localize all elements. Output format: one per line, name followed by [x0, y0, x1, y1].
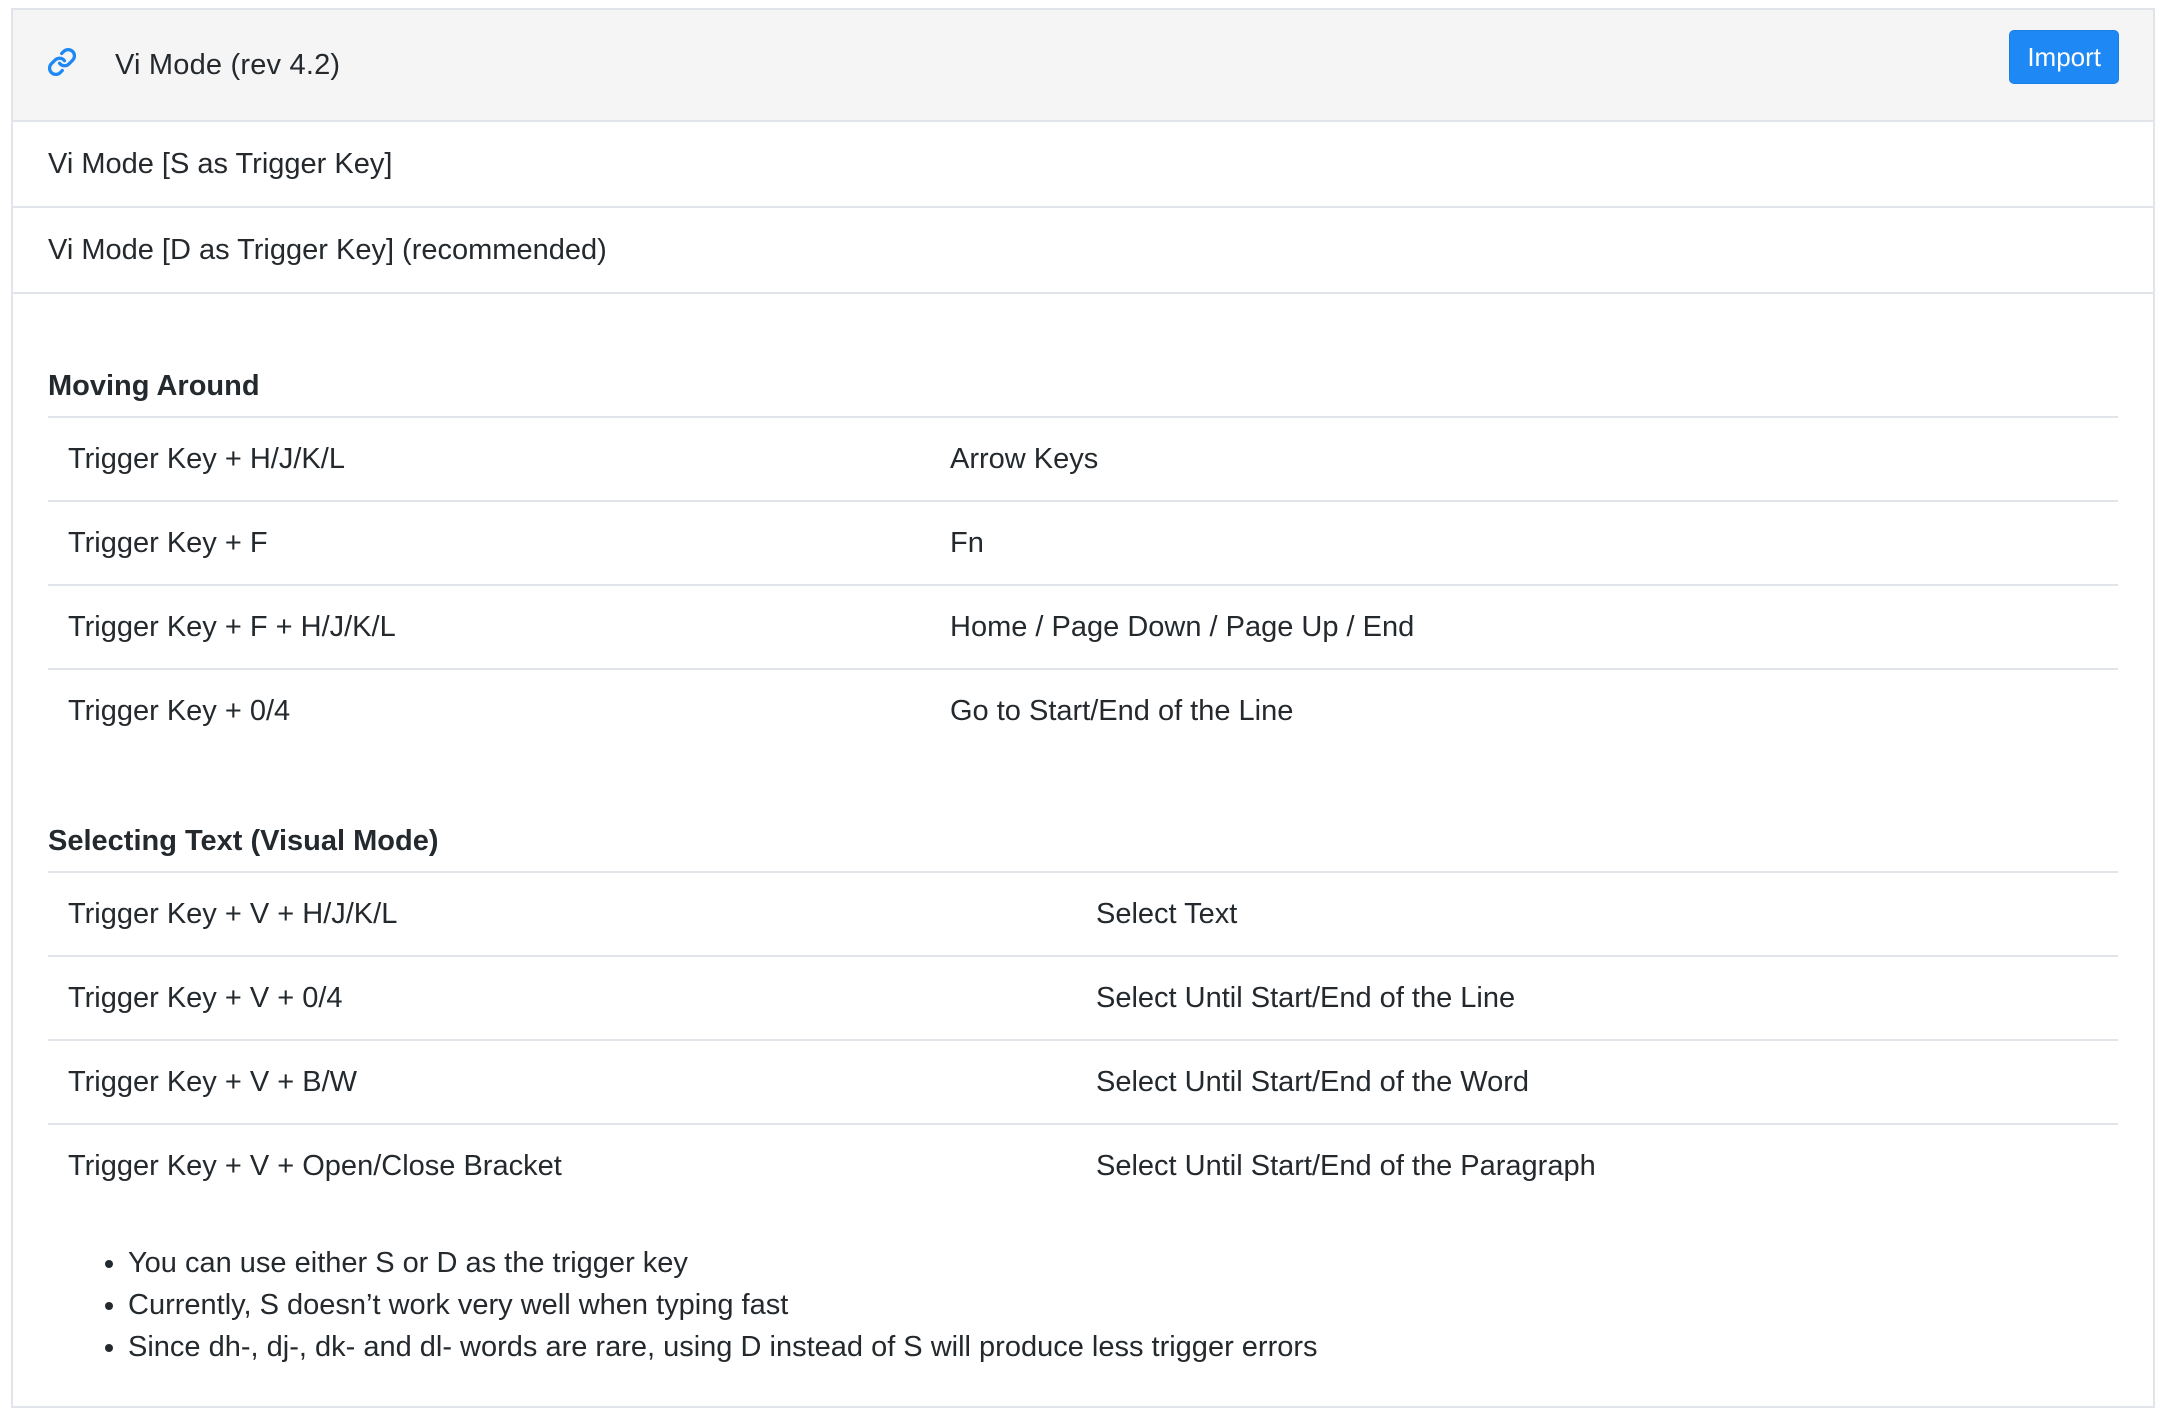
- variant-row-s-trigger[interactable]: Vi Mode [S as Trigger Key]: [13, 122, 2153, 208]
- table-row: Trigger Key + H/J/K/L Arrow Keys: [48, 416, 2118, 501]
- section-title-moving-around: Moving Around: [48, 370, 260, 402]
- key-action: Select Until Start/End of the Word: [1076, 1039, 2118, 1124]
- import-button[interactable]: Import: [2009, 30, 2119, 84]
- variant-row-d-trigger[interactable]: Vi Mode [D as Trigger Key] (recommended): [13, 208, 2153, 294]
- table-row: Trigger Key + V + 0/4 Select Until Start…: [48, 955, 2118, 1040]
- notes-list: You can use either S or D as the trigger…: [48, 1242, 2118, 1368]
- key-action: Select Until Start/End of the Line: [1076, 955, 2118, 1040]
- card-header: Vi Mode (rev 4.2) Import: [13, 10, 2153, 122]
- key-action: Fn: [930, 500, 2118, 585]
- list-item: You can use either S or D as the trigger…: [128, 1242, 2118, 1284]
- key-combo: Trigger Key + V + H/J/K/L: [48, 871, 1076, 956]
- table-row: Trigger Key + 0/4 Go to Start/End of the…: [48, 668, 2118, 753]
- moving-around-table: Trigger Key + H/J/K/L Arrow Keys Trigger…: [48, 416, 2118, 753]
- variant-label: Vi Mode [D as Trigger Key] (recommended): [48, 233, 607, 266]
- table-row: Trigger Key + V + Open/Close Bracket Sel…: [48, 1123, 2118, 1208]
- list-item: Currently, S doesn’t work very well when…: [128, 1284, 2118, 1326]
- rule-card: Vi Mode (rev 4.2) Import Vi Mode [S as T…: [11, 8, 2155, 1408]
- table-row: Trigger Key + F + H/J/K/L Home / Page Do…: [48, 584, 2118, 669]
- key-combo: Trigger Key + V + B/W: [48, 1039, 1076, 1124]
- key-combo: Trigger Key + V + 0/4: [48, 955, 1076, 1040]
- list-item: Since dh-, dj-, dk- and dl- words are ra…: [128, 1326, 2118, 1368]
- table-row: Trigger Key + F Fn: [48, 500, 2118, 585]
- rule-title: Vi Mode (rev 4.2): [115, 48, 341, 81]
- key-action: Go to Start/End of the Line: [930, 668, 2118, 753]
- key-action: Home / Page Down / Page Up / End: [930, 584, 2118, 669]
- key-combo: Trigger Key + V + Open/Close Bracket: [48, 1123, 1076, 1208]
- key-combo: Trigger Key + H/J/K/L: [48, 416, 930, 501]
- key-combo: Trigger Key + F + H/J/K/L: [48, 584, 930, 669]
- key-action: Select Until Start/End of the Paragraph: [1076, 1123, 2118, 1208]
- selecting-text-table: Trigger Key + V + H/J/K/L Select Text Tr…: [48, 871, 2118, 1208]
- variant-label: Vi Mode [S as Trigger Key]: [48, 147, 393, 180]
- key-combo: Trigger Key + 0/4: [48, 668, 930, 753]
- table-row: Trigger Key + V + H/J/K/L Select Text: [48, 871, 2118, 956]
- rule-description: Moving Around Trigger Key + H/J/K/L Arro…: [13, 356, 2153, 1368]
- link-icon[interactable]: [45, 45, 79, 79]
- key-action: Select Text: [1076, 871, 2118, 956]
- key-combo: Trigger Key + F: [48, 500, 930, 585]
- key-action: Arrow Keys: [930, 416, 2118, 501]
- section-title-selecting-text: Selecting Text (Visual Mode): [48, 825, 439, 857]
- table-row: Trigger Key + V + B/W Select Until Start…: [48, 1039, 2118, 1124]
